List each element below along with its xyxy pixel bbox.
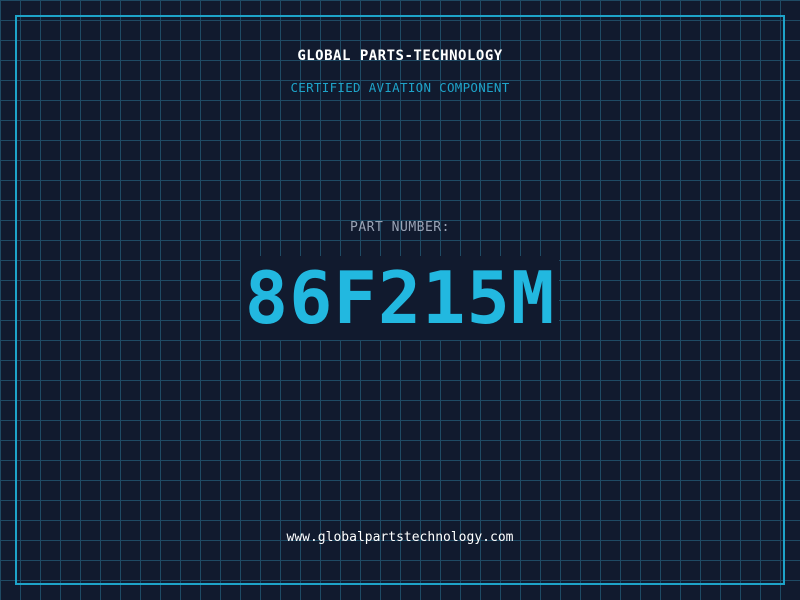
website-url: www.globalpartstechnology.com (286, 530, 514, 545)
part-number-value: 86F215M (240, 256, 560, 340)
company-name: GLOBAL PARTS-TECHNOLOGY (297, 48, 503, 64)
certification-subtitle: CERTIFIED AVIATION COMPONENT (290, 80, 510, 95)
part-number-display: 86F215M (0, 256, 800, 340)
part-number-label: PART NUMBER: (350, 220, 450, 235)
